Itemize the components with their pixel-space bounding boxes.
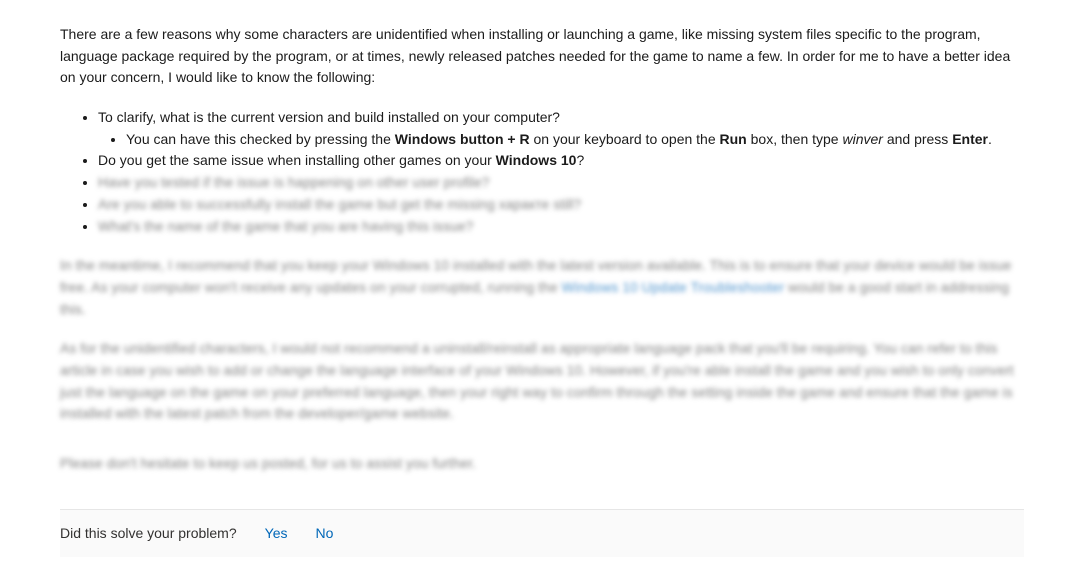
body-paragraph: In the meantime, I recommend that you ke… xyxy=(60,255,1024,320)
body-paragraph: Please don't hesitate to keep us posted,… xyxy=(60,453,1024,475)
obscured-text: Are you able to successfully install the… xyxy=(98,196,581,212)
text-fragment: box, then type xyxy=(747,131,843,147)
list-item: What's the name of the game that you are… xyxy=(98,216,1024,238)
obscured-text: Please don't hesitate to keep us posted,… xyxy=(60,455,476,471)
list-item: You can have this checked by pressing th… xyxy=(126,129,1024,151)
obscured-text: Have you tested if the issue is happenin… xyxy=(98,174,489,190)
text-fragment: You can have this checked by pressing th… xyxy=(126,131,395,147)
bold-text: Windows 10 xyxy=(496,152,577,168)
text-fragment: on your keyboard to open the xyxy=(530,131,720,147)
intro-paragraph: There are a few reasons why some charact… xyxy=(60,24,1024,89)
question-list: To clarify, what is the current version … xyxy=(60,107,1024,237)
text-fragment: ? xyxy=(576,152,584,168)
text-fragment: and press xyxy=(883,131,952,147)
obscured-link: Windows 10 Update Troubleshooter xyxy=(562,279,785,295)
feedback-no-link[interactable]: No xyxy=(315,523,333,545)
feedback-yes-link[interactable]: Yes xyxy=(265,523,288,545)
list-item: Have you tested if the issue is happenin… xyxy=(98,172,1024,194)
list-item: To clarify, what is the current version … xyxy=(98,107,1024,129)
obscured-text: As for the unidentified characters, I wo… xyxy=(60,340,1014,421)
bold-text: Enter xyxy=(952,131,988,147)
italic-text: winver xyxy=(842,131,882,147)
body-paragraph: As for the unidentified characters, I wo… xyxy=(60,338,1024,425)
bold-text: Run xyxy=(720,131,747,147)
text-fragment: Do you get the same issue when installin… xyxy=(98,152,496,168)
obscured-text: What's the name of the game that you are… xyxy=(98,218,473,234)
feedback-question: Did this solve your problem? xyxy=(60,523,237,545)
list-item: Do you get the same issue when installin… xyxy=(98,150,1024,172)
feedback-bar: Did this solve your problem? Yes No xyxy=(60,509,1024,558)
text-fragment: . xyxy=(988,131,992,147)
list-item: Are you able to successfully install the… xyxy=(98,194,1024,216)
bold-text: Windows button + R xyxy=(395,131,530,147)
